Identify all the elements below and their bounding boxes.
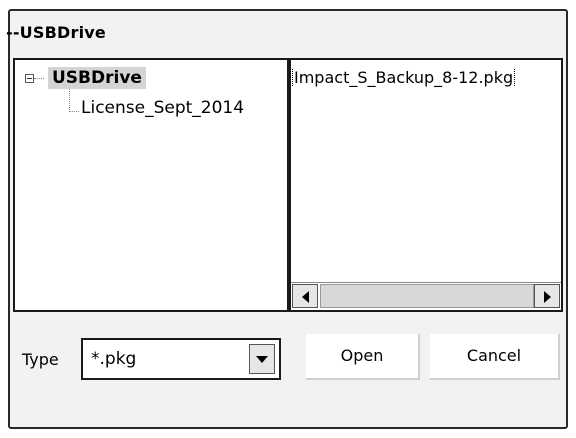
type-label: Type xyxy=(22,350,59,369)
scroll-left-button[interactable] xyxy=(292,284,318,308)
arrow-left-icon xyxy=(302,291,309,303)
type-select[interactable]: *.pkg xyxy=(81,338,281,380)
chevron-down-icon xyxy=(256,356,268,363)
scroll-right-button[interactable] xyxy=(534,284,560,308)
collapse-icon[interactable] xyxy=(25,74,34,83)
dialog-title: --USBDrive xyxy=(6,23,106,42)
arrow-right-icon xyxy=(544,291,551,303)
scrollbar-thumb[interactable] xyxy=(320,284,534,308)
tree-connector xyxy=(69,88,70,112)
dropdown-button[interactable] xyxy=(249,344,275,374)
type-select-value: *.pkg xyxy=(91,349,137,369)
file-item-label[interactable]: Impact_S_Backup_8-12.pkg xyxy=(291,68,516,87)
open-button[interactable]: Open xyxy=(306,334,420,380)
tree-node-license-sept-2014[interactable]: License_Sept_2014 xyxy=(81,98,244,118)
horizontal-scrollbar[interactable] xyxy=(291,282,561,310)
file-list[interactable]: Impact_S_Backup_8-12.pkg xyxy=(289,58,563,312)
folder-tree[interactable]: USBDrive License_Sept_2014 xyxy=(13,58,289,312)
tree-connector xyxy=(34,78,44,79)
tree-node-usbdrive[interactable]: USBDrive xyxy=(48,67,146,89)
file-item[interactable]: Impact_S_Backup_8-12.pkg xyxy=(291,68,561,87)
tree-connector xyxy=(69,111,79,112)
cancel-button[interactable]: Cancel xyxy=(430,334,560,380)
